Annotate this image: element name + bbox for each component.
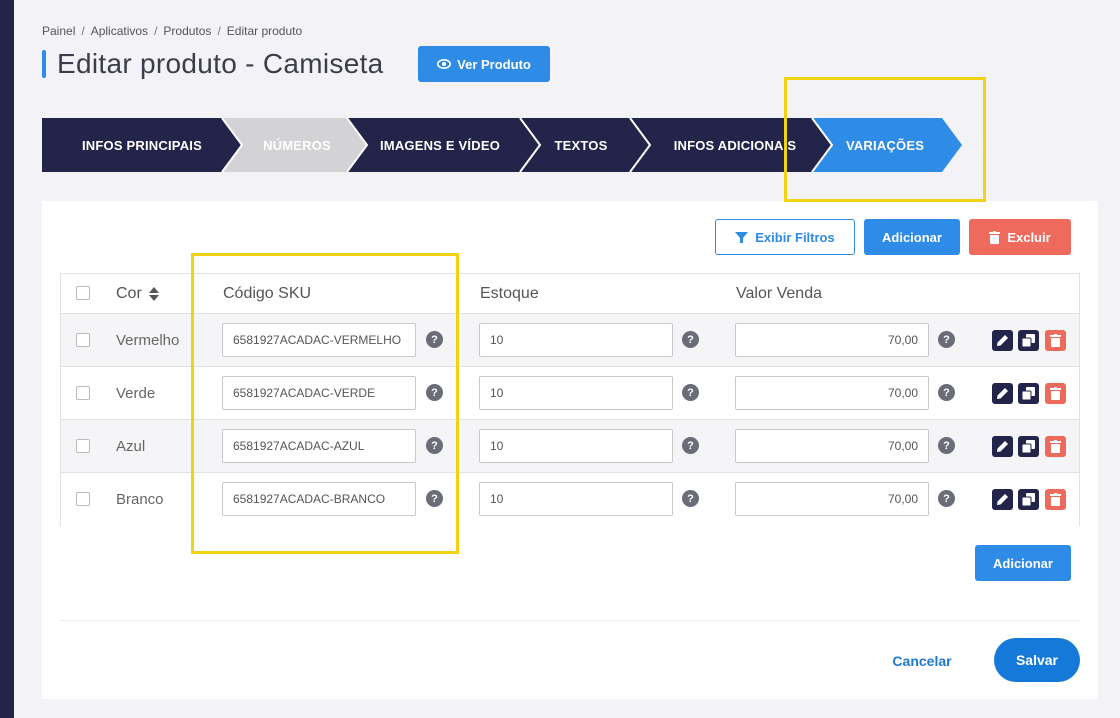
price-input[interactable]: 70,00 <box>735 323 929 357</box>
step-textos[interactable]: TEXTOS <box>536 118 626 172</box>
step-imagens-video[interactable]: IMAGENS E VÍDEO <box>360 118 520 172</box>
breadcrumb-item-painel[interactable]: Painel <box>42 24 75 38</box>
edit-pencil-icon[interactable] <box>992 330 1013 351</box>
price-help-icon[interactable]: ? <box>938 490 955 507</box>
row-checkbox[interactable] <box>76 333 90 347</box>
duplicate-icon[interactable] <box>1018 489 1039 510</box>
trash-icon[interactable] <box>1045 330 1066 351</box>
add-variation-button[interactable]: Adicionar <box>864 219 960 255</box>
edit-pencil-icon[interactable] <box>992 383 1013 404</box>
stock-input[interactable]: 10 <box>479 429 673 463</box>
stock-input[interactable]: 10 <box>479 323 673 357</box>
column-header-stock: Estoque <box>480 285 539 302</box>
color-cell: Vermelho <box>116 332 180 349</box>
show-filters-label: Exibir Filtros <box>755 229 835 245</box>
breadcrumb-separator: / <box>154 24 158 38</box>
highlight-box-sku-column <box>191 253 459 554</box>
trash-icon[interactable] <box>1045 489 1066 510</box>
page-title-wrap: Editar produto - Camiseta <box>42 48 384 80</box>
left-sidebar-strip <box>0 0 14 718</box>
stock-help-icon[interactable]: ? <box>682 437 699 454</box>
step-label: TEXTOS <box>554 137 608 153</box>
breadcrumb-item-current: Editar produto <box>226 24 303 38</box>
color-cell: Azul <box>116 438 146 455</box>
step-label: INFOS ADICIONAIS <box>673 137 797 153</box>
column-header-price: Valor Venda <box>736 285 822 302</box>
delete-button[interactable]: Excluir <box>969 219 1071 255</box>
show-filters-button[interactable]: Exibir Filtros <box>715 219 855 255</box>
stock-help-icon[interactable]: ? <box>682 490 699 507</box>
trash-icon <box>989 230 1001 244</box>
price-help-icon[interactable]: ? <box>938 384 955 401</box>
stock-input[interactable]: 10 <box>479 376 673 410</box>
color-cell: Verde <box>116 385 156 402</box>
duplicate-icon[interactable] <box>1018 330 1039 351</box>
step-numeros[interactable]: NÚMEROS <box>238 118 356 172</box>
column-header-color-label: Cor <box>116 285 142 302</box>
trash-icon[interactable] <box>1045 436 1066 457</box>
price-input[interactable]: 70,00 <box>735 482 929 516</box>
price-input[interactable]: 70,00 <box>735 429 929 463</box>
breadcrumb-item-aplicativos[interactable]: Aplicativos <box>91 24 148 38</box>
page-title: Editar produto - Camiseta <box>57 48 384 79</box>
breadcrumb-separator: / <box>81 24 85 38</box>
row-checkbox[interactable] <box>76 439 90 453</box>
trash-icon[interactable] <box>1045 383 1066 404</box>
edit-pencil-icon[interactable] <box>992 489 1013 510</box>
row-checkbox[interactable] <box>76 492 90 506</box>
eye-icon <box>437 57 452 72</box>
color-cell: Branco <box>116 491 164 508</box>
stock-help-icon[interactable]: ? <box>682 384 699 401</box>
breadcrumb-separator: / <box>217 24 221 38</box>
column-header-color[interactable]: Cor <box>116 285 159 303</box>
view-product-label: Ver Produto <box>457 56 531 72</box>
sort-icon <box>148 287 159 301</box>
stock-help-icon[interactable]: ? <box>682 331 699 348</box>
price-input[interactable]: 70,00 <box>735 376 929 410</box>
duplicate-icon[interactable] <box>1018 383 1039 404</box>
view-product-button[interactable]: Ver Produto <box>418 46 550 82</box>
breadcrumb: Painel / Aplicativos / Produtos / Editar… <box>42 24 302 38</box>
highlight-box-variations-step <box>784 77 986 202</box>
title-accent-bar <box>42 50 46 78</box>
price-help-icon[interactable]: ? <box>938 331 955 348</box>
cancel-button[interactable]: Cancelar <box>872 648 972 674</box>
edit-pencil-icon[interactable] <box>992 436 1013 457</box>
footer-divider <box>60 620 1080 621</box>
add-variation-bottom-button[interactable]: Adicionar <box>975 545 1071 581</box>
step-label: NÚMEROS <box>263 137 331 153</box>
delete-label: Excluir <box>1007 229 1051 245</box>
stock-input[interactable]: 10 <box>479 482 673 516</box>
price-help-icon[interactable]: ? <box>938 437 955 454</box>
save-button[interactable]: Salvar <box>994 638 1080 682</box>
breadcrumb-item-produtos[interactable]: Produtos <box>163 24 211 38</box>
duplicate-icon[interactable] <box>1018 436 1039 457</box>
select-all-checkbox[interactable] <box>76 286 90 300</box>
filter-icon <box>735 231 749 244</box>
step-label: IMAGENS E VÍDEO <box>379 137 501 153</box>
row-checkbox[interactable] <box>76 386 90 400</box>
step-infos-principais[interactable]: INFOS PRINCIPAIS <box>42 118 242 172</box>
step-label: INFOS PRINCIPAIS <box>82 137 202 153</box>
